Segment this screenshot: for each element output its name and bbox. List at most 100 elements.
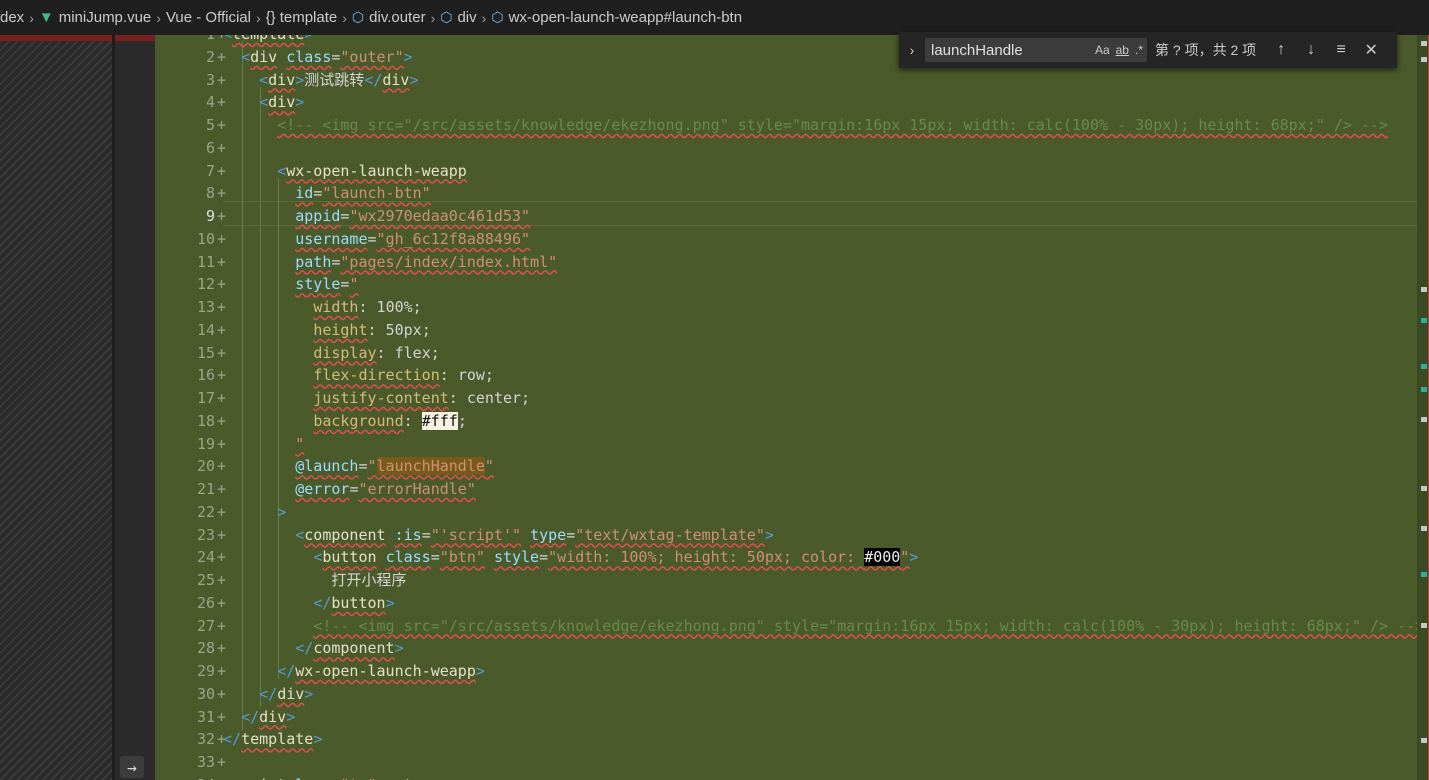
code-text: id="launch-btn" [295, 184, 431, 203]
code-text: path="pages/index/index.html" [295, 252, 558, 271]
code-line[interactable]: 24 + <button class="btn" style="width: 10… [155, 546, 1417, 569]
line-number: 19 [196, 434, 215, 453]
code-line[interactable]: 16 + flex-direction: row; [155, 364, 1417, 387]
breadcrumb-item-div-outer[interactable]: ⬡ div.outer [352, 9, 426, 26]
whole-word-icon[interactable]: ab [1116, 43, 1129, 57]
ruler-mark [1421, 623, 1427, 628]
arrow-down-icon[interactable]: ↓ [1296, 41, 1326, 59]
line-number: 28 [196, 639, 215, 658]
code-line[interactable]: 13 + width: 100%; [155, 296, 1417, 319]
code-text: height: 50px; [313, 320, 431, 339]
ruler-mark [1421, 287, 1427, 292]
line-number: 10 [196, 229, 215, 248]
find-in-selection-icon[interactable]: ≡ [1326, 41, 1356, 59]
line-number: 24 [196, 548, 215, 567]
breadcrumb-item-file[interactable]: ▼ miniJump.vue [39, 9, 151, 26]
code-text: style=" [295, 275, 359, 294]
code-line[interactable]: 32 + </template> [155, 728, 1417, 751]
code-line[interactable]: 17 + justify-content: center; [155, 387, 1417, 410]
code-line[interactable]: 21 + @error="errorHandle" [155, 478, 1417, 501]
line-number: 16 [196, 366, 215, 385]
code-line[interactable]: 5 + <!-- <img src="/src/assets/knowledge/… [155, 114, 1417, 137]
ruler-mark [1421, 318, 1427, 323]
braces-icon: {} [265, 9, 276, 26]
breadcrumb: dex › ▼ miniJump.vue › Vue - Official › {… [0, 0, 1429, 35]
regex-icon[interactable]: .* [1135, 43, 1143, 57]
code-text: " [295, 434, 305, 453]
code-line[interactable]: 23 + <component :is="'script'" type="text… [155, 524, 1417, 547]
code-line[interactable]: 19 + " [155, 433, 1417, 456]
code-text: </div> [241, 707, 296, 726]
code-line[interactable]: 29 + </wx-open-launch-weapp> [155, 660, 1417, 683]
close-icon[interactable]: ✕ [1356, 40, 1386, 60]
line-number: 27 [196, 616, 215, 635]
chevron-right-icon: › [29, 9, 34, 26]
diff-added-marker: + [217, 753, 227, 771]
code-line[interactable]: 10 + username="gh_6c12f8a88496" [155, 228, 1417, 251]
code-text: </template> [223, 730, 323, 749]
code-text: <!-- <img src="/src/assets/knowledge/eke… [313, 616, 1417, 635]
line-number: 8 [205, 184, 215, 203]
code-text: <template> [223, 35, 313, 46]
line-number: 32 [196, 730, 215, 749]
find-input[interactable]: launchHandle Aa ab .* [925, 38, 1147, 62]
line-number: 29 [196, 662, 215, 680]
code-line[interactable]: 9 + appid="wx2970edaa0c461d53" [155, 205, 1417, 228]
code-line[interactable]: 8 + id="launch-btn" [155, 182, 1417, 205]
code-line[interactable]: 20 + @launch="launchHandle" [155, 455, 1417, 478]
line-number: 25 [196, 571, 215, 589]
breadcrumb-item-div[interactable]: ⬡ div [440, 9, 476, 26]
breadcrumb-item-dex[interactable]: dex [0, 9, 24, 26]
chevron-right-icon: › [342, 9, 347, 26]
diff-hatched-panel [0, 35, 112, 780]
code-line[interactable]: 31 + </div> [155, 706, 1417, 729]
code-line[interactable]: 7 + <wx-open-launch-weapp [155, 160, 1417, 183]
code-editor[interactable]: 1 + <template> 2 + <div class="outer"> 3+ <di… [155, 35, 1417, 780]
find-query: launchHandle [931, 41, 1023, 59]
line-number: 33 [196, 753, 215, 771]
line-number: 20 [196, 457, 215, 476]
arrow-right-icon[interactable]: → [120, 756, 144, 778]
code-line[interactable]: 15 + display: flex; [155, 342, 1417, 365]
line-number: 22 [196, 502, 215, 521]
breadcrumb-item-launch-btn[interactable]: ⬡ wx-open-launch-weapp#launch-btn [491, 9, 742, 26]
line-number: 5 [205, 116, 215, 134]
toggle-replace-chevron-icon[interactable]: › [899, 42, 925, 58]
code-line[interactable]: 34+<script lang="ts" setup> [155, 774, 1417, 780]
code-line[interactable]: 26 + </button> [155, 592, 1417, 615]
breadcrumb-item-language[interactable]: Vue - Official [166, 9, 251, 26]
code-text: flex-direction: row; [313, 366, 494, 385]
code-line[interactable]: 18 + background: #fff; [155, 410, 1417, 433]
line-number: 26 [196, 593, 215, 612]
ruler-mark [1421, 57, 1427, 62]
code-line[interactable]: 25 + 打开小程序 [155, 569, 1417, 592]
code-line[interactable]: 6 + [155, 137, 1417, 160]
code-line[interactable]: 3 + <div>测试跳转</div> [155, 69, 1417, 92]
code-line[interactable]: 33 + [155, 751, 1417, 774]
code-text: @launch="launchHandle" [295, 457, 494, 476]
diff-removed-marker [115, 35, 155, 41]
chevron-right-icon: › [430, 9, 436, 26]
code-line[interactable]: 12 + style=" [155, 273, 1417, 296]
code-line[interactable]: 30 + </div> [155, 683, 1417, 706]
line-number: 4 [205, 93, 215, 112]
arrow-up-icon[interactable]: ↑ [1266, 41, 1296, 59]
code-line[interactable]: 22 + > [155, 501, 1417, 524]
match-case-icon[interactable]: Aa [1095, 43, 1110, 57]
code-text: <div> [259, 93, 305, 112]
code-line[interactable]: 14 + height: 50px; [155, 319, 1417, 342]
code-line[interactable]: 11 + path="pages/index/index.html" [155, 251, 1417, 274]
code-text: </button> [313, 593, 395, 612]
code-line[interactable]: 27 + <!-- <img src="/src/assets/knowledge… [155, 615, 1417, 638]
line-number: 23 [196, 525, 215, 544]
code-line[interactable]: 28 + </component> [155, 637, 1417, 660]
code-line[interactable]: 4 + <div> [155, 91, 1417, 114]
vue-logo-icon: ▼ [38, 9, 54, 26]
code-text: @error="errorHandle" [295, 480, 476, 498]
breadcrumb-item-template[interactable]: {} template [266, 9, 338, 26]
code-text: <div>测试跳转</div> [259, 70, 419, 89]
ruler-mark [1421, 486, 1427, 491]
chevron-right-icon: › [156, 9, 161, 26]
code-text: <div class="outer"> [241, 47, 413, 66]
ruler-mark [1421, 417, 1427, 422]
